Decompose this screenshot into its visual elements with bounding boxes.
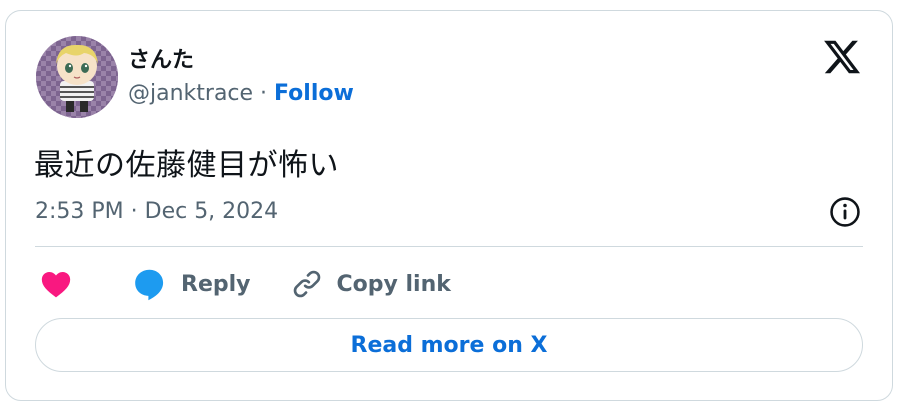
avatar[interactable]: [36, 36, 118, 118]
author-handle[interactable]: @janktrace: [128, 81, 253, 106]
reply-label: Reply: [181, 271, 251, 297]
link-icon: [293, 270, 320, 298]
tweet-text: 最近の佐藤健目が怖い: [34, 148, 339, 183]
author-display-name[interactable]: さんた: [128, 42, 194, 74]
copy-link-button[interactable]: Copy link: [291, 268, 451, 300]
heart-icon: [41, 271, 71, 298]
x-logo-icon[interactable]: [822, 37, 862, 77]
divider: [35, 246, 863, 247]
info-icon[interactable]: [828, 195, 862, 229]
copy-link-label: Copy link: [336, 271, 451, 297]
handle-separator: ·: [253, 81, 275, 106]
tweet-embed-card: さんた @janktrace · Follow 最近の佐藤健目が怖い 2:53 …: [5, 10, 893, 401]
tweet-timestamp[interactable]: 2:53 PM · Dec 5, 2024: [35, 199, 278, 224]
speech-bubble-icon: [135, 269, 164, 301]
author-handle-row: @janktrace · Follow: [128, 81, 354, 106]
read-more-button[interactable]: Read more on X: [35, 318, 863, 372]
tweet-actions: Reply Copy link: [39, 264, 451, 304]
follow-link[interactable]: Follow: [274, 81, 354, 106]
like-button[interactable]: [39, 267, 73, 301]
reply-button[interactable]: Reply: [131, 266, 251, 302]
avatar-image: [36, 36, 118, 118]
